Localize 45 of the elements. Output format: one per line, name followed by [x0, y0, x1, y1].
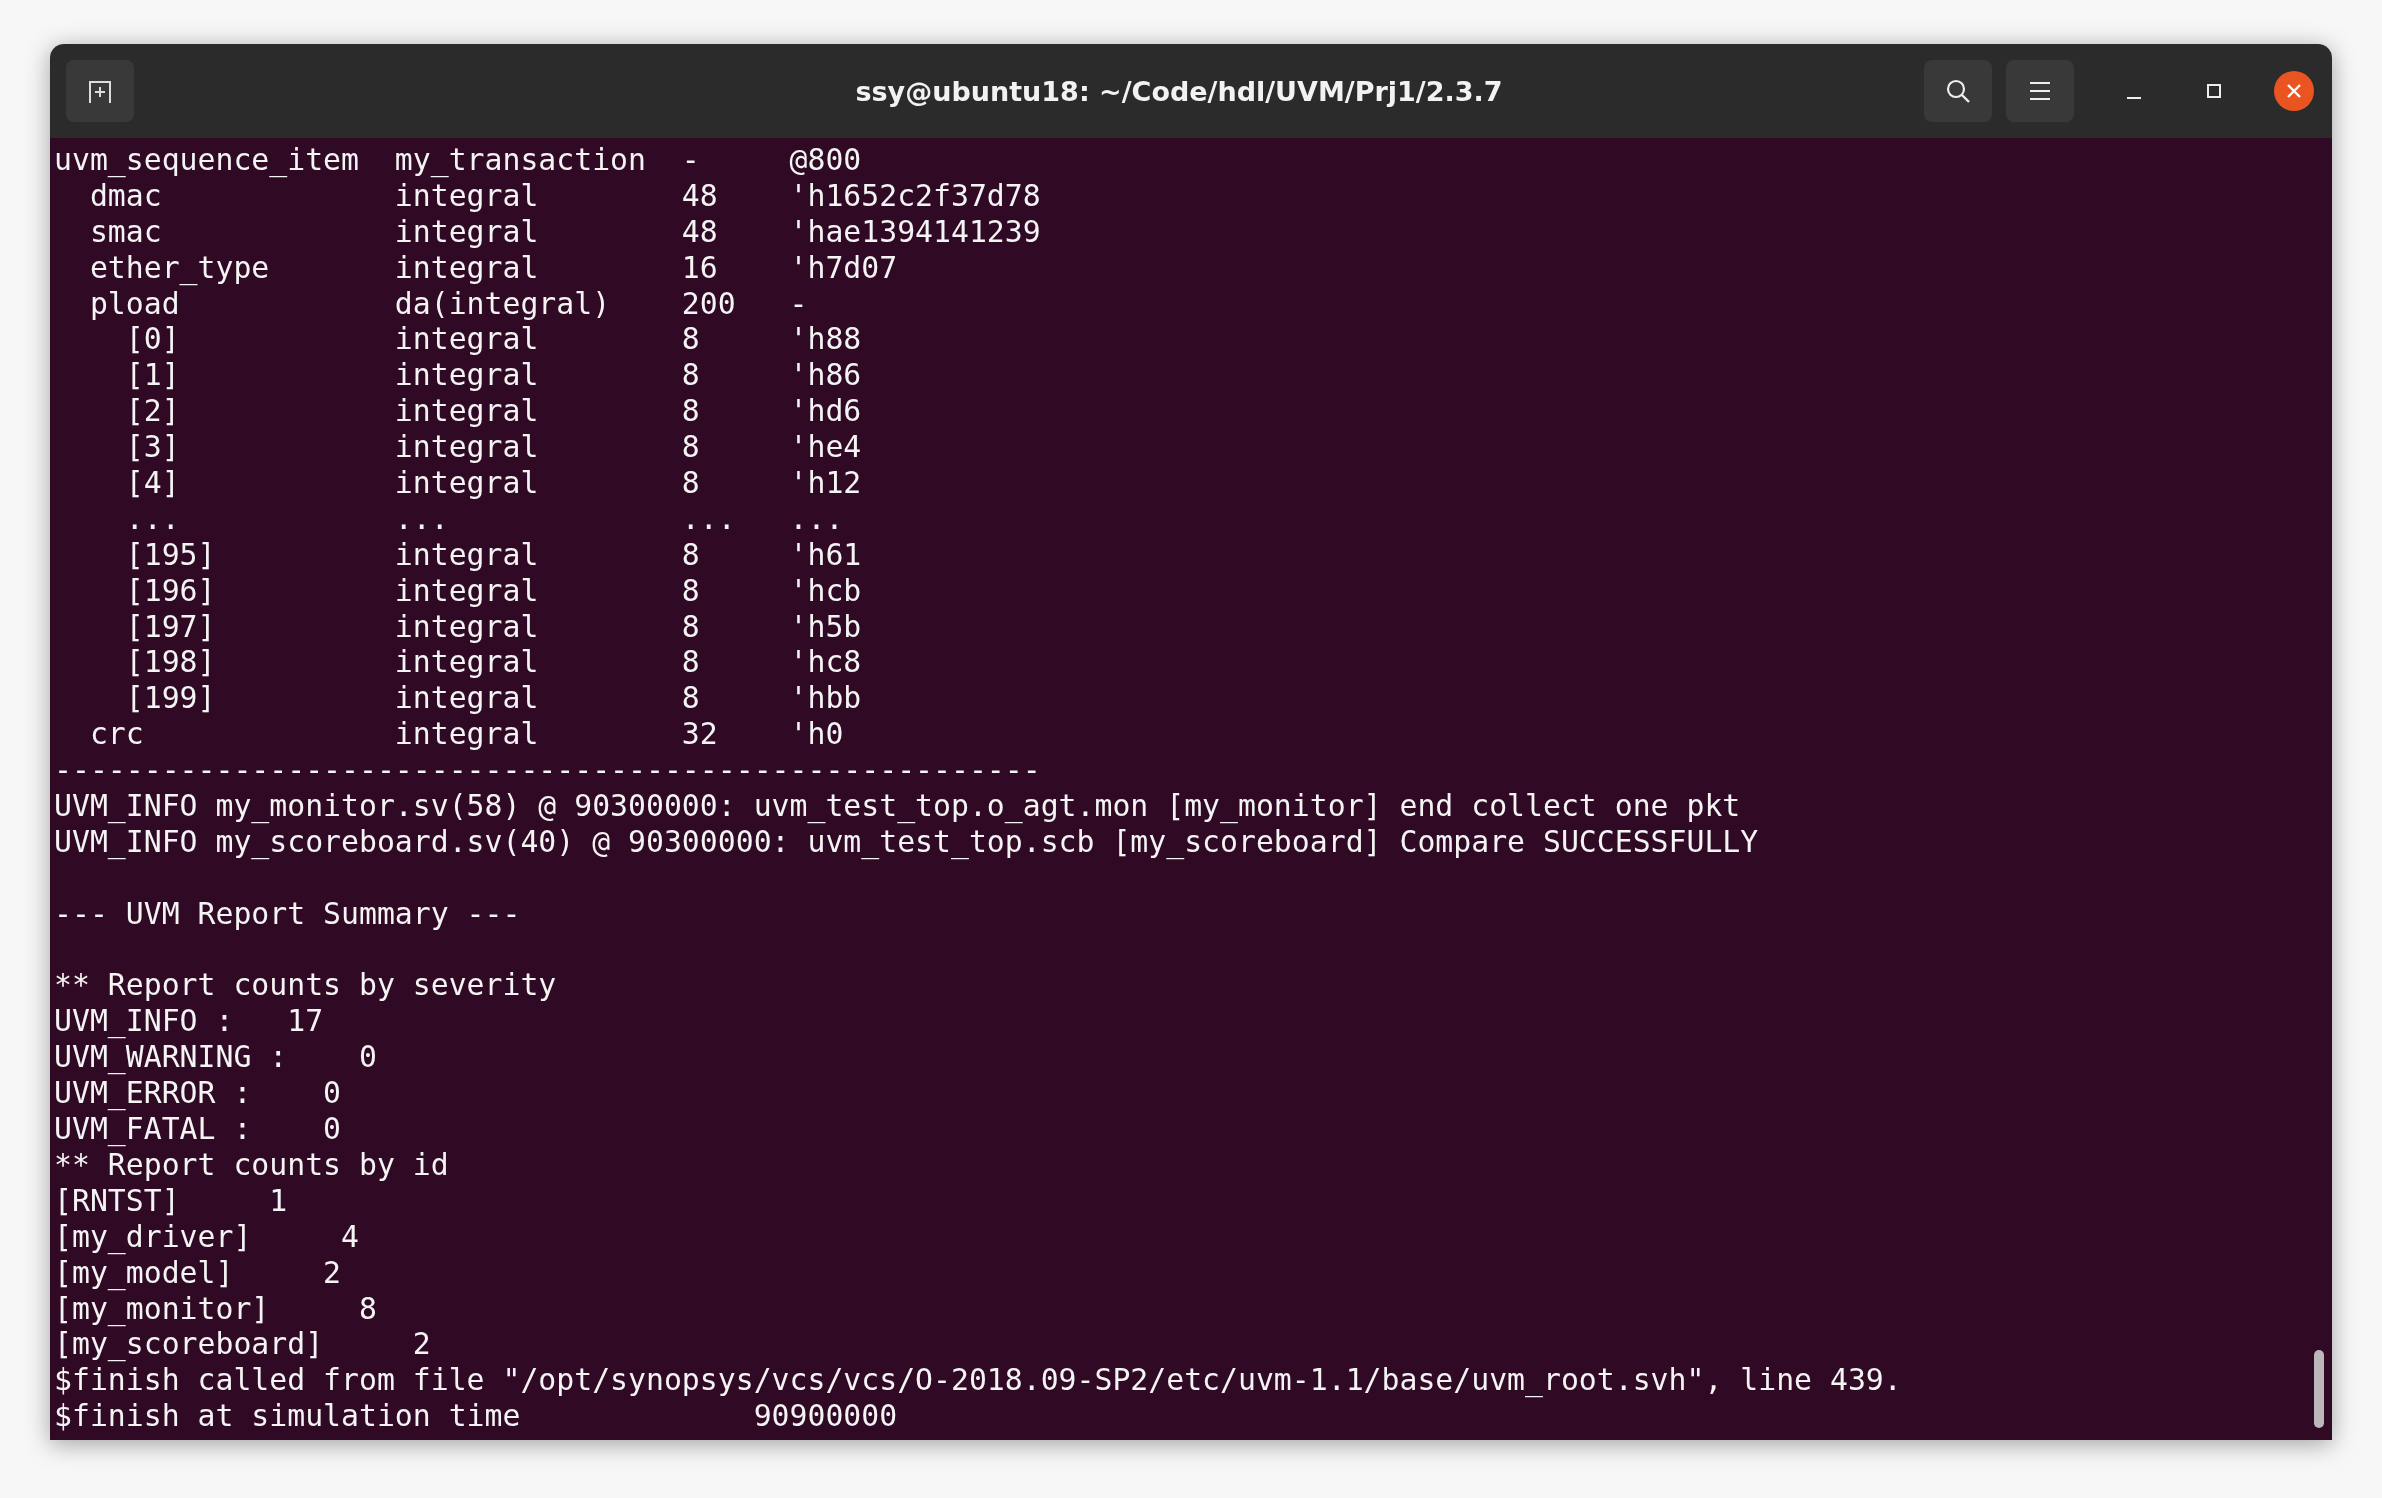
terminal-line: [1] integral 8 'h86: [124, 357, 863, 394]
terminal-line: [3] integral 8 'he4: [124, 429, 863, 465]
terminal-line: [199] integral 8 'hbb: [124, 680, 863, 717]
terminal-line: [198] integral 8 'hc8: [124, 644, 863, 681]
terminal-line: UVM_INFO my_monitor.sv(58) @ 90300000: uvm_test_top.o_agt.mon [my_monitor] end collect one pkt: [54, 788, 1742, 824]
terminal-line: [0] integral 8 'h88: [124, 321, 863, 358]
terminal-line: crc integral 32 'h0: [88, 716, 845, 753]
terminal-line: smac integral 48 'hae1394141239: [88, 213, 1042, 250]
terminal-line: ... ... ... ...: [124, 500, 845, 537]
terminal-line: UVM_WARNING : 0: [54, 1039, 378, 1076]
terminal-line: [RNTST] 1: [54, 1182, 289, 1219]
terminal-line: [my_model] 2: [54, 1254, 343, 1291]
terminal-line: [197] integral 8 'h5b: [124, 608, 863, 645]
terminal-line: $finish at simulation time 90900000: [54, 1398, 899, 1435]
terminal-line: [4] integral 8 'h12: [124, 465, 863, 501]
maximize-icon: [2205, 82, 2223, 100]
terminal-line: ** Report counts by severity: [54, 967, 558, 1004]
close-button[interactable]: [2274, 71, 2314, 111]
terminal-line: --- UVM Report Summary ---: [54, 895, 522, 932]
scrollbar-thumb[interactable]: [2314, 1350, 2324, 1428]
terminal-line: pload da(integral) 200 -: [88, 285, 809, 322]
terminal-line: $finish called from file "/opt/synopsys/vcs/vcs/O-2018.09-SP2/etc/uvm-1.1/base/uvm_root.svh", line 439.: [54, 1362, 1903, 1399]
close-icon: [2285, 82, 2303, 100]
new-tab-button[interactable]: [66, 60, 134, 122]
minimize-icon: [2127, 97, 2141, 99]
terminal-line: UVM_FATAL : 0: [54, 1111, 343, 1147]
terminal-line: [my_scoreboard] 2: [54, 1326, 432, 1363]
terminal-line: [my_driver] 4: [54, 1218, 360, 1255]
terminal-line: [2] integral 8 'hd6: [124, 393, 863, 430]
terminal-line: UVM_INFO : 17: [54, 1003, 325, 1040]
search-button[interactable]: [1924, 60, 1992, 122]
terminal-line: ** Report counts by id: [54, 1146, 450, 1183]
terminal-line: [196] integral 8 'hcb: [124, 572, 863, 609]
terminal-line: UVM_ERROR : 0: [54, 1075, 343, 1112]
menu-icon: [2028, 80, 2052, 102]
window-title: ssy@ubuntu18: ~/Code/hdl/UVM/Prj1/2.3.7: [854, 75, 1504, 107]
search-icon: [1944, 77, 1972, 105]
menu-button[interactable]: [2006, 60, 2074, 122]
terminal-line: [195] integral 8 'h61: [124, 536, 863, 573]
terminal-line: uvm_sequence_item my_transaction - @800: [54, 142, 863, 178]
terminal-line: dmac integral 48 'h1652c2f37d78: [89, 177, 1042, 214]
terminal-line: ether_type integral 16 'h7d07: [88, 249, 899, 286]
terminal-line: -------------------------------------------------------: [54, 752, 1042, 789]
terminal-line: [my_monitor] 8: [54, 1290, 378, 1327]
terminal-line: UVM_INFO my_scoreboard.sv(40) @ 90300000: uvm_test_top.scb [my_scoreboard] Compare SUCCESSFULLY: [54, 823, 1760, 860]
